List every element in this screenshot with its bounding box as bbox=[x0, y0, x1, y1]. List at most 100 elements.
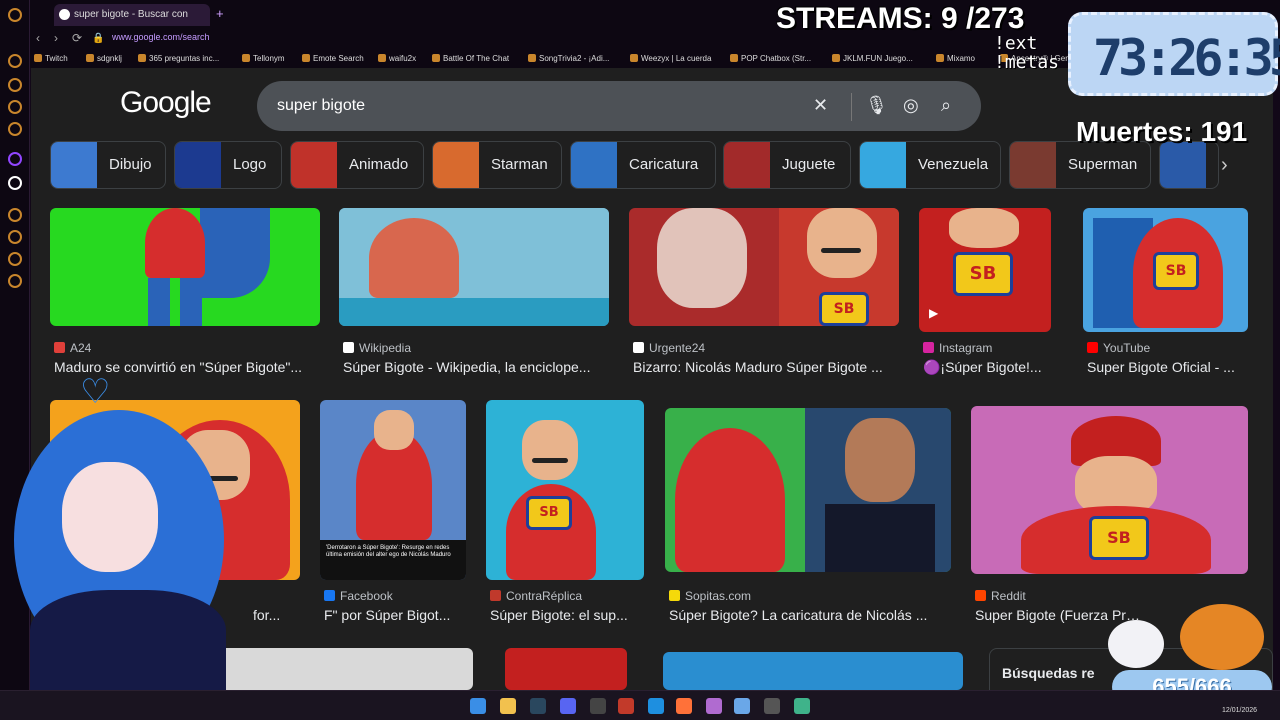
bookmark[interactable]: Battle Of The Chat bbox=[432, 54, 509, 63]
sidebar-app-icon[interactable] bbox=[8, 100, 22, 114]
settings-icon[interactable] bbox=[8, 274, 22, 288]
reload-icon[interactable]: ⟳ bbox=[72, 31, 82, 45]
bookmark[interactable]: JKLM.FUN Juego... bbox=[832, 54, 913, 63]
steam-icon[interactable] bbox=[530, 698, 546, 714]
result-title[interactable]: F" por Súper Bigot... bbox=[324, 607, 464, 623]
google-logo[interactable]: Google bbox=[120, 86, 212, 120]
camera-icon[interactable]: ◎ bbox=[903, 95, 919, 116]
image-caption: 'Derrotaron a Súper Bigote': Resurge en … bbox=[326, 545, 451, 558]
result-source[interactable]: Facebook bbox=[324, 589, 393, 603]
result-source[interactable]: Instagram bbox=[923, 341, 992, 355]
result-source[interactable]: Urgente24 bbox=[633, 341, 705, 355]
result-image[interactable] bbox=[665, 408, 951, 572]
result-source[interactable]: Wikipedia bbox=[343, 341, 411, 355]
result-image[interactable]: SB bbox=[486, 400, 644, 580]
result-title[interactable]: Super Bigote Oficial - ... bbox=[1087, 359, 1247, 375]
new-tab-button[interactable]: + bbox=[216, 6, 224, 21]
result-title[interactable]: Súper Bigote - Wikipedia, la enciclope..… bbox=[343, 359, 609, 375]
vscode-icon[interactable] bbox=[734, 698, 750, 714]
bookmark[interactable]: Twitch bbox=[34, 54, 68, 63]
url-field[interactable]: www.google.com/search bbox=[112, 32, 210, 42]
result-image[interactable] bbox=[339, 208, 609, 326]
result-source[interactable]: ContraRéplica bbox=[490, 589, 582, 603]
vtuber-body bbox=[30, 590, 226, 690]
forward-icon[interactable]: › bbox=[54, 31, 58, 45]
result-image[interactable]: 'Derrotaron a Súper Bigote': Resurge en … bbox=[320, 400, 466, 580]
result-title[interactable]: Super Bigote (Fuerza Presidente bbox=[975, 607, 1145, 623]
sidebar-app-icon[interactable] bbox=[8, 252, 22, 266]
chip-animado[interactable]: Animado bbox=[290, 141, 424, 189]
sb-emblem: SB bbox=[1153, 252, 1199, 290]
bookmark-icon bbox=[832, 54, 840, 62]
sidebar-app-icon[interactable] bbox=[8, 78, 22, 92]
chip-dibujo[interactable]: Dibujo bbox=[50, 141, 166, 189]
result-image[interactable] bbox=[215, 648, 473, 690]
search-icon[interactable]: ⌕ bbox=[941, 95, 951, 116]
bookmark[interactable]: waifu2x bbox=[378, 54, 416, 63]
sidebar-app-icon[interactable] bbox=[8, 54, 22, 68]
chip-juguete[interactable]: Juguete bbox=[723, 141, 851, 189]
twitch-icon bbox=[34, 54, 42, 62]
bookmark[interactable]: SongTrivia2 - ¡Adi... bbox=[528, 54, 609, 63]
sidebar-app-icon[interactable] bbox=[8, 230, 22, 244]
bookmark-icon bbox=[936, 54, 944, 62]
result-title[interactable]: for... bbox=[253, 607, 313, 623]
mic-icon[interactable]: 🎙 bbox=[865, 95, 888, 116]
tab-google-search[interactable]: super bigote - Buscar con bbox=[54, 4, 210, 26]
obs-icon[interactable] bbox=[764, 698, 780, 714]
chip-starman[interactable]: Starman bbox=[432, 141, 562, 189]
bookmark[interactable]: sdgnklj bbox=[86, 54, 122, 63]
result-image[interactable] bbox=[505, 648, 627, 690]
result-image[interactable] bbox=[663, 652, 963, 690]
bookmark[interactable]: Tellonym bbox=[242, 54, 285, 63]
wikipedia-icon bbox=[343, 342, 354, 353]
clear-icon[interactable]: ✕ bbox=[813, 95, 828, 116]
result-title[interactable]: 🟣¡Súper Bigote!... bbox=[923, 359, 1053, 376]
back-icon[interactable]: ‹ bbox=[36, 31, 40, 45]
discord-icon[interactable] bbox=[560, 698, 576, 714]
search-box[interactable]: super bigote ✕ 🎙 ◎ ⌕ bbox=[257, 81, 981, 131]
chip-logo[interactable]: Logo bbox=[174, 141, 282, 189]
stream-timer: 73:26:35 bbox=[1068, 12, 1280, 96]
chip-superman[interactable]: Superman bbox=[1009, 141, 1151, 189]
result-image[interactable]: SB bbox=[1083, 208, 1248, 332]
cartoon-face bbox=[374, 410, 414, 450]
chip-caricatura[interactable]: Caricatura bbox=[570, 141, 716, 189]
result-image[interactable]: SB bbox=[629, 208, 899, 326]
bookmark[interactable]: 365 preguntas inc... bbox=[138, 54, 219, 63]
result-title[interactable]: Súper Bigote? La caricatura de Nicolás .… bbox=[669, 607, 947, 623]
app-icon[interactable] bbox=[706, 698, 722, 714]
chatgpt-icon[interactable] bbox=[590, 698, 606, 714]
edge-icon[interactable] bbox=[648, 698, 664, 714]
result-image[interactable]: SB bbox=[971, 406, 1248, 574]
sidebar-app-icon[interactable] bbox=[8, 208, 22, 222]
result-image-video[interactable]: SB ▶ bbox=[919, 208, 1051, 332]
firefox-icon[interactable] bbox=[676, 698, 692, 714]
result-source[interactable]: Sopitas.com bbox=[669, 589, 751, 603]
result-title[interactable]: Súper Bigote: el sup... bbox=[490, 607, 640, 623]
x-icon[interactable] bbox=[8, 176, 22, 190]
bookmark[interactable]: Emote Search bbox=[302, 54, 364, 63]
result-source[interactable]: A24 bbox=[54, 341, 91, 355]
twitch-icon[interactable] bbox=[8, 152, 22, 166]
chip-venezuela[interactable]: Venezuela bbox=[859, 141, 1001, 189]
start-icon[interactable] bbox=[470, 698, 486, 714]
app-icon[interactable] bbox=[794, 698, 810, 714]
result-source[interactable]: YouTube bbox=[1087, 341, 1150, 355]
opera-gx-icon[interactable] bbox=[8, 8, 22, 22]
bookmark[interactable]: POP Chatbox (Str... bbox=[730, 54, 811, 63]
bookmark[interactable]: Mixamo bbox=[936, 54, 975, 63]
opera-gx-icon[interactable] bbox=[618, 698, 634, 714]
file-explorer-icon[interactable] bbox=[500, 698, 516, 714]
result-image[interactable] bbox=[50, 208, 320, 326]
sidebar-app-icon[interactable] bbox=[8, 122, 22, 136]
result-source[interactable]: Reddit bbox=[975, 589, 1026, 603]
chip-thumbnail bbox=[724, 142, 770, 188]
result-title[interactable]: Bizarro: Nicolás Maduro Súper Bigote ... bbox=[633, 359, 899, 375]
play-icon[interactable]: ▶ bbox=[929, 306, 938, 320]
chip-thumbnail bbox=[433, 142, 479, 188]
chip-more[interactable] bbox=[1159, 141, 1219, 189]
search-input[interactable]: super bigote bbox=[277, 97, 365, 115]
chevron-right-icon[interactable]: › bbox=[1221, 154, 1228, 177]
bookmark[interactable]: Weezyx | La cuerda bbox=[630, 54, 711, 63]
